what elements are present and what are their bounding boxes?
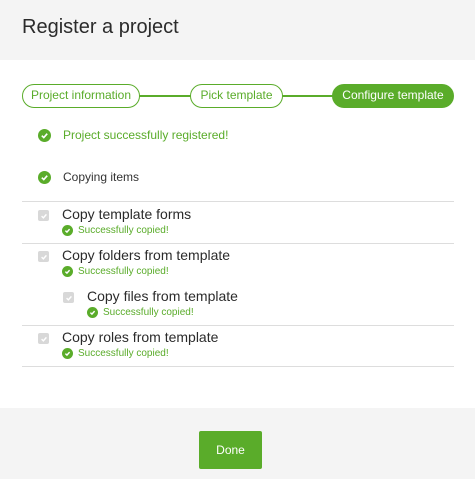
check-circle-icon bbox=[62, 266, 73, 277]
dialog-footer: Done bbox=[0, 408, 475, 479]
task-status: Successfully copied! bbox=[62, 225, 169, 236]
stepper-connector bbox=[138, 95, 192, 97]
stepper-connector bbox=[280, 95, 334, 97]
task-checkbox bbox=[38, 333, 49, 344]
task-status-text: Successfully copied! bbox=[78, 225, 169, 236]
task-status-text: Successfully copied! bbox=[78, 266, 169, 277]
check-circle-icon bbox=[38, 128, 51, 142]
wizard-stepper: Project information Pick template Config… bbox=[22, 84, 454, 108]
check-circle-icon bbox=[87, 307, 98, 318]
task-title: Copy roles from template bbox=[62, 329, 219, 345]
step-project-information[interactable]: Project information bbox=[22, 84, 140, 108]
task-status: Successfully copied! bbox=[62, 348, 169, 359]
step-configure-template[interactable]: Configure template bbox=[332, 84, 454, 108]
divider bbox=[22, 325, 454, 326]
task-title: Copy template forms bbox=[62, 206, 192, 222]
divider bbox=[22, 366, 454, 367]
step-pick-template[interactable]: Pick template bbox=[190, 84, 283, 108]
check-circle-icon bbox=[38, 170, 51, 184]
dialog-header: Register a project bbox=[0, 0, 475, 60]
check-circle-icon bbox=[62, 225, 73, 236]
divider bbox=[22, 243, 454, 244]
task-status-text: Successfully copied! bbox=[103, 307, 194, 318]
task-status: Successfully copied! bbox=[62, 266, 169, 277]
task-checkbox bbox=[38, 251, 49, 262]
registered-status-text: Project successfully registered! bbox=[63, 128, 229, 142]
task-checkbox bbox=[63, 292, 74, 303]
dialog-title: Register a project bbox=[22, 16, 179, 38]
copying-status: Copying items bbox=[38, 170, 139, 184]
task-checkbox bbox=[38, 210, 49, 221]
done-button[interactable]: Done bbox=[199, 431, 262, 469]
registered-status: Project successfully registered! bbox=[38, 128, 228, 142]
task-title: Copy files from template bbox=[87, 288, 238, 304]
copying-status-text: Copying items bbox=[63, 170, 140, 184]
task-status-text: Successfully copied! bbox=[78, 348, 169, 359]
divider bbox=[22, 201, 454, 202]
task-title: Copy folders from template bbox=[62, 247, 231, 263]
check-circle-icon bbox=[62, 348, 73, 359]
task-status: Successfully copied! bbox=[87, 307, 194, 318]
